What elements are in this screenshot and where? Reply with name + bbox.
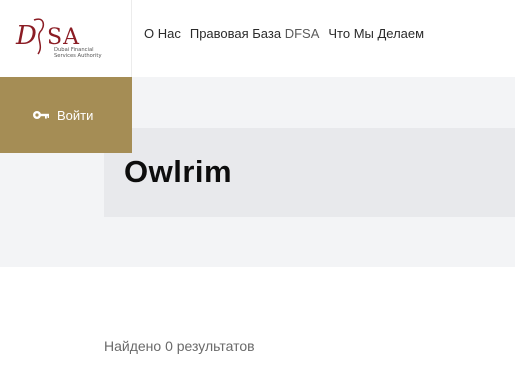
nav-item-legal-framework[interactable]: Правовая База DFSA bbox=[190, 26, 320, 41]
logo-link[interactable]: D SA Dubai Financial Services Authority bbox=[0, 0, 132, 77]
login-label: Войти bbox=[57, 107, 94, 123]
svg-text:D: D bbox=[15, 21, 37, 51]
nav-item-accent: DFSA bbox=[284, 26, 320, 41]
nav-item-what-we-do[interactable]: Что Мы Делаем bbox=[328, 26, 424, 41]
main-nav: О Нас Правовая База DFSA Что Мы Делаем bbox=[144, 26, 433, 41]
page: D SA Dubai Financial Services Authority … bbox=[0, 0, 515, 369]
login-button[interactable]: Войти bbox=[0, 77, 132, 153]
dfsa-logo: D SA Dubai Financial Services Authority bbox=[15, 18, 102, 59]
nav-item-label: Правовая База bbox=[189, 26, 282, 41]
title-card: Owlrim bbox=[104, 128, 515, 217]
nav-item-about[interactable]: О Нас bbox=[144, 26, 181, 41]
site-header: D SA Dubai Financial Services Authority … bbox=[0, 0, 515, 78]
key-icon bbox=[33, 111, 49, 119]
page-title: Owlrim bbox=[124, 154, 233, 189]
results-summary: Найдено 0 результатов bbox=[104, 338, 255, 354]
svg-text:Services Authority: Services Authority bbox=[54, 53, 102, 59]
